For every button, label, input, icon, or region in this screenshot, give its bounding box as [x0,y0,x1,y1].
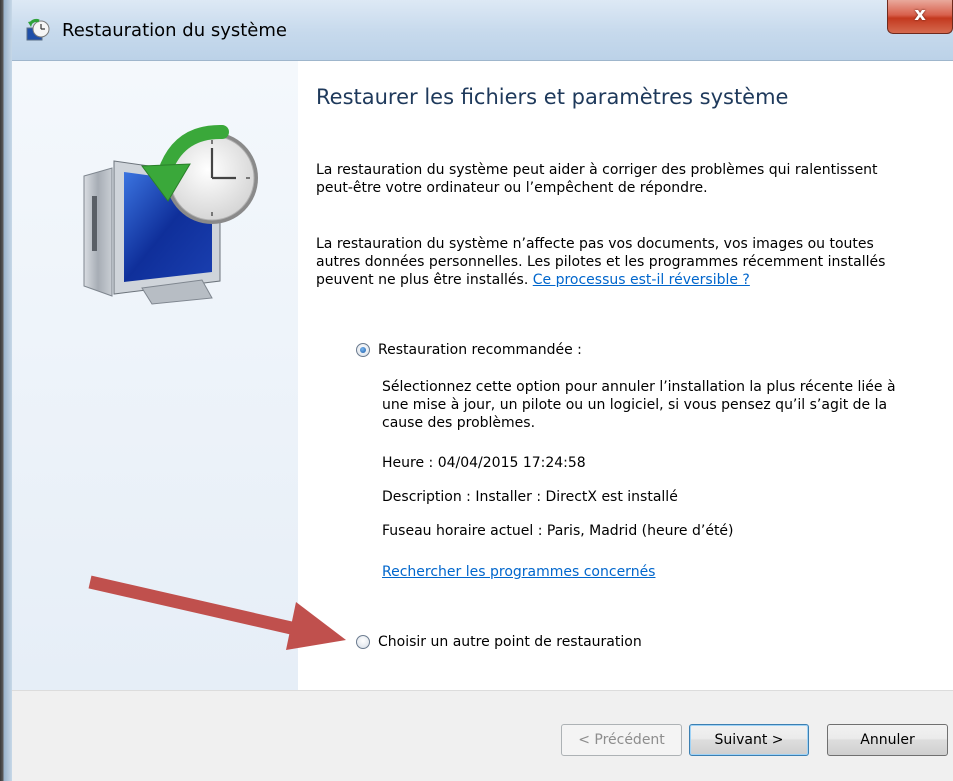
info-paragraph: La restauration du système n’affecte pas… [316,235,906,289]
window-frame-left [0,0,12,781]
radio-other-label[interactable]: Choisir un autre point de restauration [378,634,642,650]
window-title: Restauration du système [62,20,287,41]
radio-choose-other-point[interactable]: Choisir un autre point de restauration [356,634,642,650]
title-bar[interactable]: Restauration du système x [12,0,953,61]
system-restore-computer-clock-icon [83,125,258,305]
scan-affected-programs-link[interactable]: Rechercher les programmes concernés [382,564,655,580]
system-restore-window: Restauration du système x Restaurer les … [0,0,953,781]
radio-recommended-label[interactable]: Restauration recommandée : [378,342,582,358]
close-button[interactable]: x [887,0,953,34]
system-restore-icon [26,18,50,41]
radio-button-checked[interactable] [356,343,370,357]
restore-point-time: Heure : 04/04/2015 17:24:58 [382,455,586,471]
page-title: Restaurer les fichiers et paramètres sys… [316,85,789,109]
close-icon: x [914,4,926,25]
content-area: Restaurer les fichiers et paramètres sys… [298,61,953,690]
button-bar: < Précédent Suivant > Annuler [12,690,953,781]
next-button[interactable]: Suivant > [689,724,809,756]
previous-button[interactable]: < Précédent [561,724,682,756]
recommended-description: Sélectionnez cette option pour annuler l… [382,379,896,431]
radio-button-unchecked[interactable] [356,635,370,649]
intro-paragraph: La restauration du système peut aider à … [316,162,878,196]
affected-programs-link-row: Rechercher les programmes concernés [382,563,902,581]
current-timezone: Fuseau horaire actuel : Paris, Madrid (h… [382,523,734,539]
restore-point-description: Description : Installer : DirectX est in… [382,489,678,505]
left-panel [12,61,299,690]
reversible-help-link[interactable]: Ce processus est-il réversible ? [533,272,750,288]
cancel-button[interactable]: Annuler [827,724,948,756]
radio-recommended-restore[interactable]: Restauration recommandée : [356,342,582,358]
